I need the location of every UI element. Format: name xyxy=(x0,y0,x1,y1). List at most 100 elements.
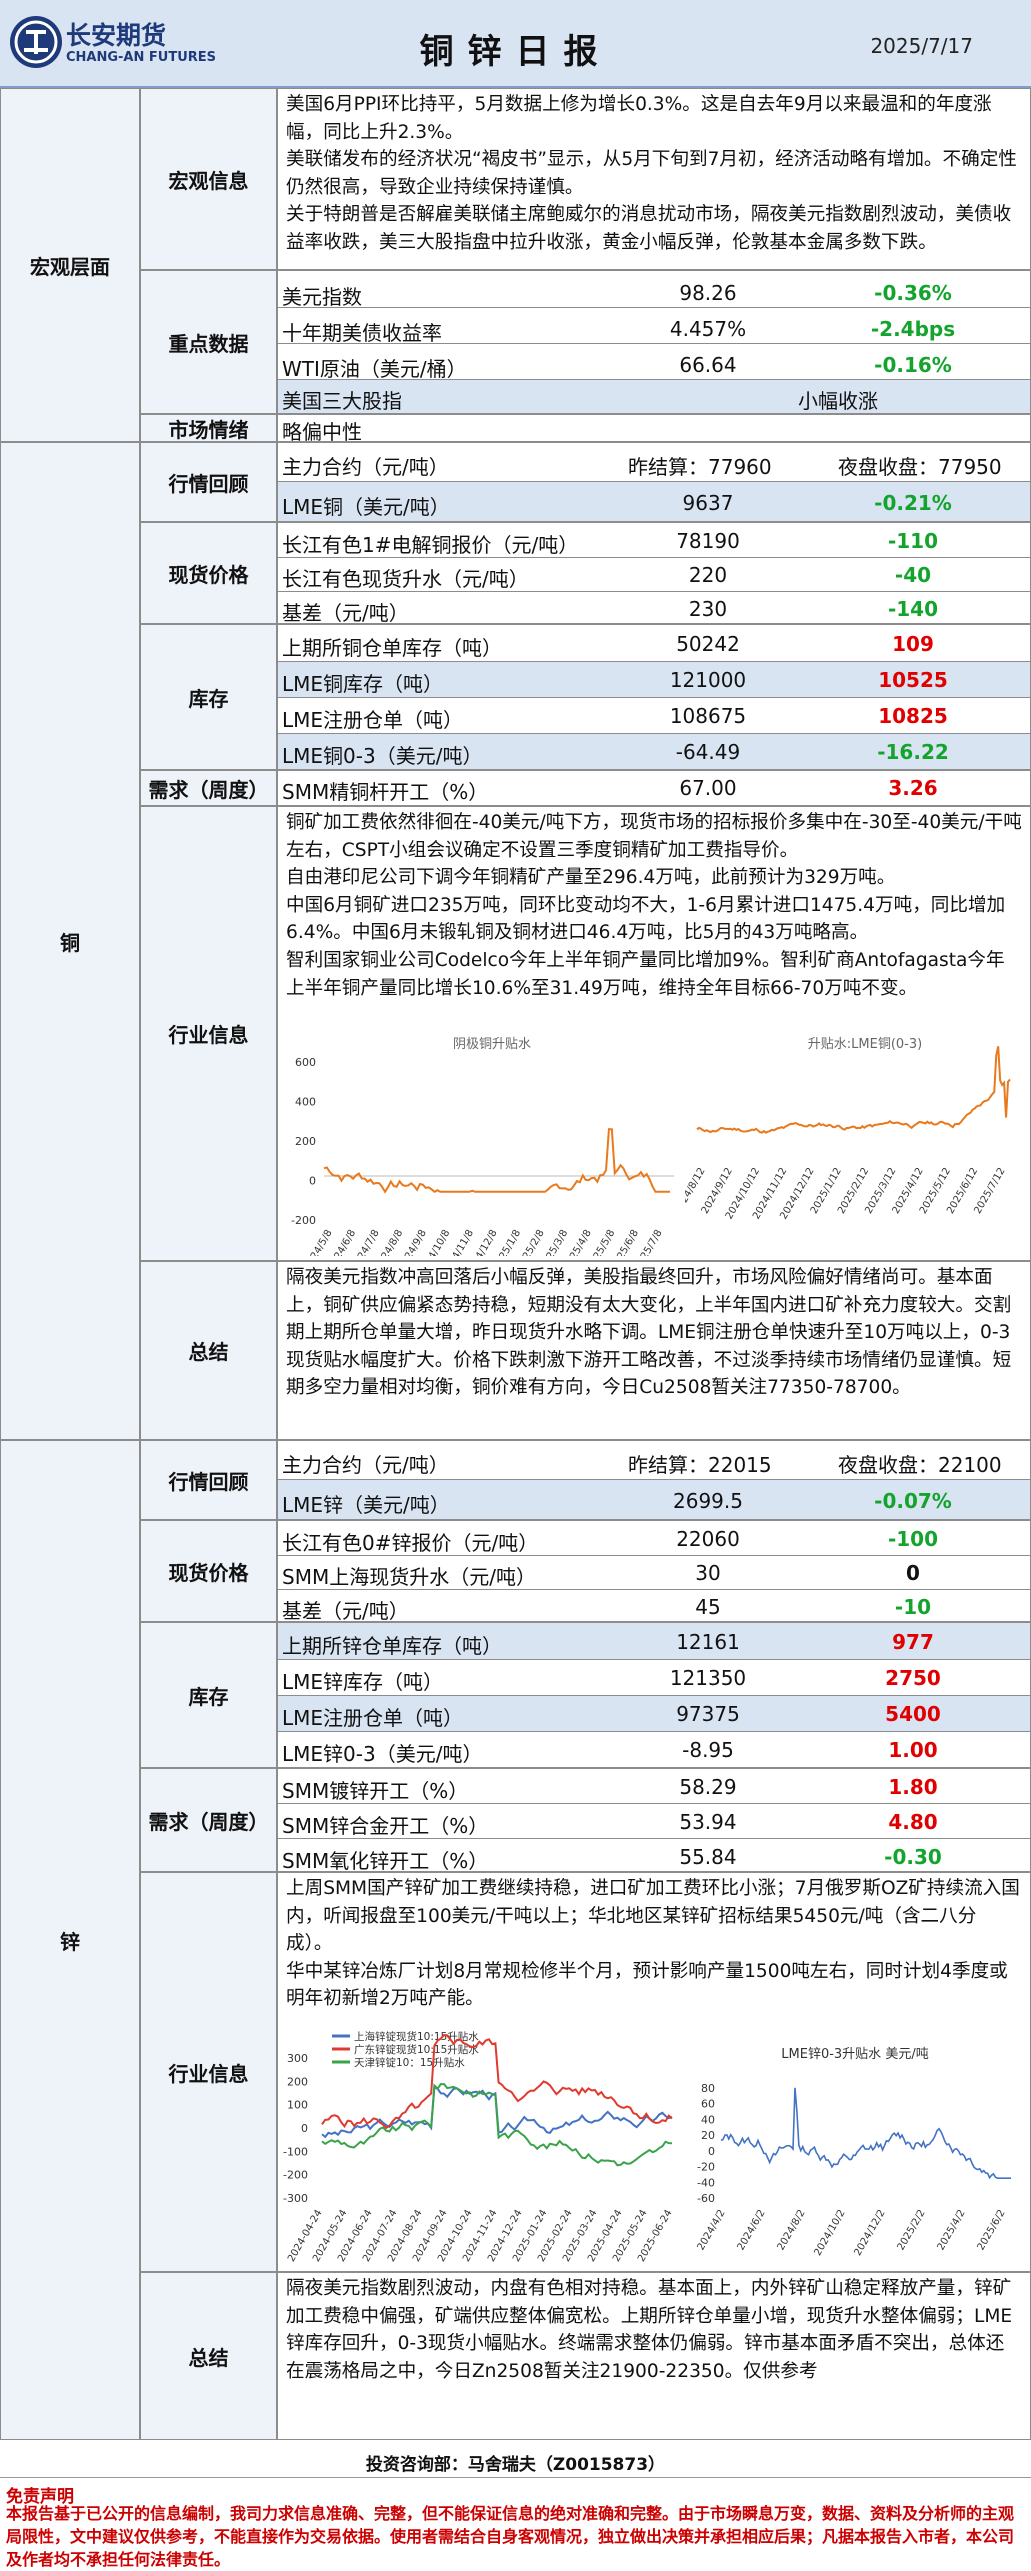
stock-name: LME锌库存（吨） xyxy=(282,1670,444,1694)
x-tick-label: 2024/6/2 xyxy=(736,2208,768,2252)
stock-value: 121350 xyxy=(669,1666,747,1690)
stock-value: -8.95 xyxy=(682,1738,734,1762)
spot-name: 长江有色0#锌报价（元/吨） xyxy=(282,1531,539,1555)
lme-name: LME铜（美元/吨） xyxy=(282,495,450,519)
y-tick-label: 0 xyxy=(309,1175,316,1188)
spread-series-line xyxy=(696,1046,1011,1134)
zinc-review-table: 主力合约（元/吨） 昨结算：22015 夜盘收盘：22100 LME锌（美元/吨… xyxy=(277,1440,1031,1520)
copper-summary-text: 隔夜美元指数冲高回落后小幅反弹，美股指最终回升，市场风险偏好情绪尚可。基本面上，… xyxy=(277,1261,1031,1440)
spot-name: 基差（元/吨） xyxy=(282,601,409,624)
main-contract-settle: 昨结算：22015 xyxy=(628,1453,772,1477)
macro-info-paragraph: 美国6月PPI环比持平，5月数据上修为增长0.3%。这是自去年9月以来最温和的年… xyxy=(286,94,992,143)
lme-zinc-spread-line xyxy=(720,2087,1011,2180)
main-contract-night: 夜盘收盘：77950 xyxy=(838,455,1002,479)
zinc-review-label: 行情回顾 xyxy=(140,1440,277,1520)
data-value: 4.457% xyxy=(669,317,747,341)
spot-name: 长江有色现货升水（元/吨） xyxy=(282,567,529,591)
industry-paragraph: 华中某锌冶炼厂计划8月常规检修半个月，预计影响产量1500吨左右，同时计划4季度… xyxy=(286,1960,1008,2010)
lme-value: 2699.5 xyxy=(673,1489,743,1513)
y-tick-label: 400 xyxy=(295,1096,316,1109)
spot-name: 基差（元/吨） xyxy=(282,1599,409,1622)
macro-info-paragraph: 关于特朗普是否解雇美联储主席鲍威尔的消息扰动市场，隔夜美元指数剧烈波动，美债收益… xyxy=(286,204,1012,253)
stock-value: -64.49 xyxy=(675,740,741,764)
zinc-spot-table: 长江有色0#锌报价（元/吨） 22060 -100 SMM上海现货升水（元/吨）… xyxy=(277,1520,1031,1622)
spot-name: 长江有色1#电解铜报价（元/吨） xyxy=(282,533,579,557)
industry-paragraph: 上周SMM国产锌矿加工费继续持稳，进口矿加工费环比小涨；7月俄罗斯OZ矿持续流入… xyxy=(286,1878,1020,1955)
spot-value: 45 xyxy=(695,1595,721,1619)
stock-value: 121000 xyxy=(669,668,747,692)
y-tick-label: -200 xyxy=(291,1214,316,1227)
data-name: 十年期美债收益率 xyxy=(282,321,442,345)
data-name: WTI原油（美元/桶） xyxy=(282,357,467,381)
macro-category: 宏观层面 xyxy=(0,88,140,442)
demand-value: 58.29 xyxy=(679,1775,737,1799)
stock-name: LME注册仓单（吨） xyxy=(282,708,464,732)
zinc-lme-spread-chart: LME锌0-3升贴水 美元/吨 80 60 40 20 0 -20 -40 -60 2024/4… xyxy=(696,2047,1011,2258)
stock-change: 977 xyxy=(892,1630,934,1654)
copper-industry-label: 行业信息 xyxy=(140,806,277,1261)
stock-change: 10825 xyxy=(878,704,948,728)
stock-name: 上期所铜仓单库存（吨） xyxy=(282,636,502,660)
lme-value: 9637 xyxy=(682,491,734,515)
demand-change: 1.80 xyxy=(888,1775,938,1799)
industry-paragraph: 自由港印尼公司下调今年铜精矿产量至296.4万吨，此前预计为329万吨。 xyxy=(286,867,896,889)
contact-line: 投资咨询部：马舍瑞夫（Z0015873） xyxy=(365,2455,666,2475)
zinc-stock-label: 库存 xyxy=(140,1622,277,1768)
copper-demand-label: 需求（周度） xyxy=(140,770,277,806)
copper-review-table: 主力合约（元/吨） 昨结算：77960 夜盘收盘：77950 LME铜（美元/吨… xyxy=(277,442,1031,522)
copper-demand-table: SMM精铜杆开工（%） 67.00 3.26 xyxy=(277,770,1031,806)
stock-name: 上期所锌仓单库存（吨） xyxy=(282,1634,502,1658)
stock-name: LME铜0-3（美元/吨） xyxy=(282,744,483,768)
copper-premium-chart: 阴极铜升贴水 6004002000-2002024/5/82024/6/8202… xyxy=(291,1037,674,1256)
demand-value: 53.94 xyxy=(679,1810,737,1834)
stock-value: 97375 xyxy=(676,1702,740,1726)
y-tick-label: 600 xyxy=(295,1056,316,1069)
demand-change: -0.30 xyxy=(884,1845,942,1869)
y-tick-label: 300 xyxy=(287,2052,308,2065)
y-tick-label: 40 xyxy=(701,2113,715,2126)
macro-data-table: 美元指数 98.26 -0.36% 十年期美债收益率 4.457% -2.4bp… xyxy=(277,270,1031,414)
spot-value: 220 xyxy=(688,563,728,587)
stock-change: 5400 xyxy=(885,1702,941,1726)
spot-change: -110 xyxy=(887,529,939,553)
zinc-premium-chart: 3002001000-100-200-3002024-04-242024-05-… xyxy=(283,2030,675,2264)
macro-info-text: 美国6月PPI环比持平，5月数据上修为增长0.3%。这是自去年9月以来最温和的年… xyxy=(277,88,1031,270)
stock-change: 2750 xyxy=(885,1666,941,1690)
y-tick-label: -100 xyxy=(283,2145,308,2158)
lme-name: LME锌（美元/吨） xyxy=(282,1493,450,1517)
industry-paragraph: 铜矿加工费依然徘徊在-40美元/吨下方，现货市场的招标报价多集中在-30至-40… xyxy=(286,812,1022,861)
spot-value: 230 xyxy=(688,597,728,621)
copper-review-label: 行情回顾 xyxy=(140,442,277,522)
y-tick-label: -40 xyxy=(697,2176,715,2189)
zinc-demand-table: SMM镀锌开工（%） 58.29 1.80 SMM锌合金开工（%） 53.94 … xyxy=(277,1768,1031,1872)
spot-value: 78190 xyxy=(676,529,740,553)
premium-series-line xyxy=(323,1128,670,1194)
demand-change: 4.80 xyxy=(888,1810,938,1834)
zinc-summary-text: 隔夜美元指数剧烈波动，内盘有色相对持稳。基本面上，内外锌矿山稳定释放产量，锌矿加… xyxy=(277,2272,1031,2440)
y-tick-label: 0 xyxy=(708,2145,715,2158)
x-tick-label: 2025/2/2 xyxy=(896,2208,928,2252)
y-tick-label: 100 xyxy=(287,2099,308,2112)
main-contract-name: 主力合约（元/吨） xyxy=(282,1453,449,1477)
stocks-value: 小幅收涨 xyxy=(798,389,878,413)
spot-change: -10 xyxy=(894,1595,932,1619)
spot-change: -140 xyxy=(887,597,939,621)
industry-paragraph: 中国6月铜矿进口235万吨，同环比变动均不大，1-6月累计进口1475.4万吨，… xyxy=(286,894,1006,944)
demand-name: SMM镀锌开工（%） xyxy=(282,1779,469,1803)
data-name: 美元指数 xyxy=(282,285,362,309)
demand-name: SMM氧化锌开工（%） xyxy=(282,1849,489,1872)
y-tick-label: 20 xyxy=(701,2129,715,2142)
spot-change: -40 xyxy=(894,563,932,587)
main-contract-night: 夜盘收盘：22100 xyxy=(838,1453,1002,1477)
zinc-spot-label: 现货价格 xyxy=(140,1520,277,1622)
copper-stock-label: 库存 xyxy=(140,624,277,770)
demand-name: SMM锌合金开工（%） xyxy=(282,1814,489,1838)
stock-name: LME铜库存（吨） xyxy=(282,672,444,696)
data-change: -0.36% xyxy=(874,281,952,305)
spot-name: SMM上海现货升水（元/吨） xyxy=(282,1565,536,1589)
industry-paragraph: 智利国家铜业公司Codelco今年上半年铜产量同比增加9%。智利矿商Antofa… xyxy=(286,949,1005,999)
sentiment-label: 市场情绪 xyxy=(140,414,277,442)
y-tick-label: 200 xyxy=(295,1135,316,1148)
copper-lme-spread-chart: 升贴水:LME铜(0-3) 2024/8/122024/9/122024/10/… xyxy=(685,1037,1011,1221)
demand-value: 67.00 xyxy=(679,776,737,800)
